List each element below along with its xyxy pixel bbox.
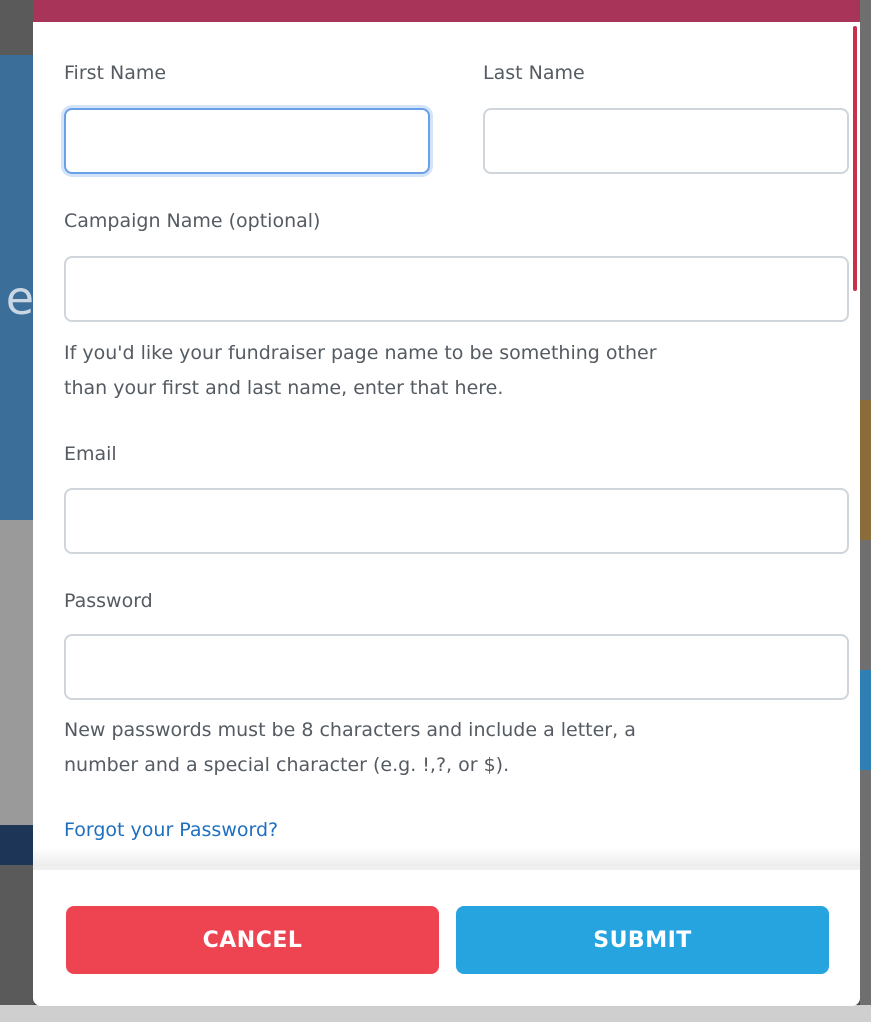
last-name-field[interactable] [483,108,849,174]
signup-modal: First Name Last Name Campaign Name (opti… [33,0,860,1006]
last-name-label: Last Name [483,62,585,84]
background-navy-strip [0,825,34,865]
campaign-name-field[interactable] [64,256,849,322]
campaign-name-label: Campaign Name (optional) [64,210,321,232]
cancel-button[interactable]: CANCEL [66,906,439,974]
password-help: New passwords must be 8 characters and i… [64,713,834,783]
password-help-line-1: New passwords must be 8 characters and i… [64,719,636,741]
campaign-help-line-2: than your first and last name, enter tha… [64,377,504,399]
modal-scrollbar[interactable] [853,26,857,291]
first-name-label: First Name [64,62,167,84]
password-field[interactable] [64,634,849,700]
first-name-field[interactable] [64,108,430,174]
background-gray-panel [0,520,34,825]
background-text-fragment: e [5,271,34,325]
footer-divider [33,866,860,870]
campaign-name-help: If you'd like your fundraiser page name … [64,336,834,406]
email-label: Email [64,443,117,465]
campaign-help-line-1: If you'd like your fundraiser page name … [64,342,657,364]
scroll-fade [33,848,860,866]
background-button-fragment [860,670,871,770]
modal-top-accent-bar [33,0,860,22]
background-image-fragment [860,400,871,540]
password-label: Password [64,590,153,612]
background-page-left: e [0,0,34,1022]
background-page-right [860,0,871,1022]
background-page-bottom [0,1005,871,1022]
forgot-password-link[interactable]: Forgot your Password? [64,819,278,841]
submit-button[interactable]: SUBMIT [456,906,829,974]
password-help-line-2: number and a special character (e.g. !,?… [64,754,510,776]
email-field[interactable] [64,488,849,554]
